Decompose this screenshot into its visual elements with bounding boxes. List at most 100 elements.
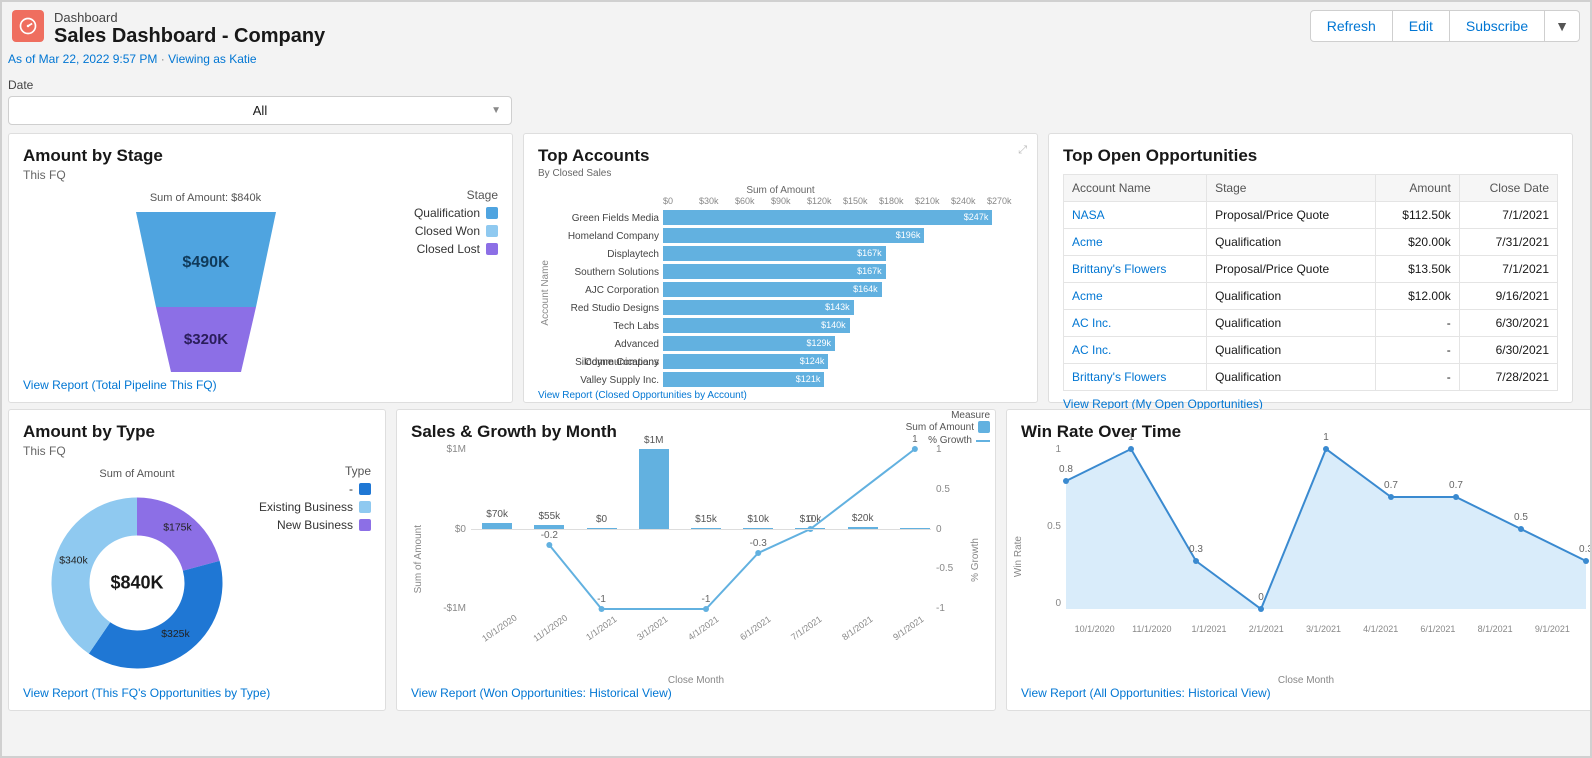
axis-tick: $240k bbox=[951, 196, 987, 206]
more-actions-button[interactable]: ▼ bbox=[1545, 10, 1580, 42]
axis-tick: $270k bbox=[987, 196, 1023, 206]
ytick2: -0.5 bbox=[936, 563, 966, 574]
point-label: 1 bbox=[912, 434, 918, 445]
x-axis-label: Close Month bbox=[1021, 675, 1591, 686]
account-link[interactable]: Brittany's Flowers bbox=[1064, 256, 1207, 283]
bar: $140k bbox=[663, 318, 850, 333]
xtick: 1/1/2021 bbox=[578, 609, 626, 647]
ytick2: 1 bbox=[936, 444, 966, 455]
view-report-link[interactable]: View Report (Total Pipeline This FQ) bbox=[23, 378, 498, 392]
bar: $124k bbox=[663, 354, 828, 369]
table-row: Acme Qualification $20.00k 7/31/2021 bbox=[1064, 229, 1558, 256]
axis-tick: $120k bbox=[807, 196, 843, 206]
x-axis-label: Close Month bbox=[411, 675, 981, 686]
ytick2: 0 bbox=[936, 524, 966, 535]
view-report-link[interactable]: View Report (This FQ's Opportunities by … bbox=[23, 686, 371, 700]
card-title: Top Open Opportunities bbox=[1063, 146, 1558, 166]
axis-tick: $30k bbox=[699, 196, 735, 206]
table-header: Stage bbox=[1207, 175, 1375, 202]
top-open-opportunities-card: Top Open Opportunities Account NameStage… bbox=[1048, 133, 1573, 403]
winrate-line bbox=[1066, 449, 1581, 609]
point-label: -0.3 bbox=[750, 538, 767, 549]
axis-tick: $60k bbox=[735, 196, 771, 206]
view-report-link[interactable]: View Report (All Opportunities: Historic… bbox=[1021, 686, 1591, 700]
amount-by-stage-card: Amount by Stage This FQ Sum of Amount: $… bbox=[8, 133, 513, 403]
axis-tick: $0 bbox=[663, 196, 699, 206]
amount-cell: - bbox=[1375, 310, 1459, 337]
ytick: 1 bbox=[1031, 444, 1061, 455]
win-rate-card: Win Rate Over Time Win Rate 10.50 0.810.… bbox=[1006, 409, 1592, 711]
bar-label: Southern Solutions bbox=[551, 264, 663, 282]
bar: $167k bbox=[663, 246, 886, 261]
amount-cell: $20.00k bbox=[1375, 229, 1459, 256]
account-link[interactable]: Acme bbox=[1064, 283, 1207, 310]
point-label: 1 bbox=[1323, 432, 1329, 443]
bar-label: Silodyne Company bbox=[551, 354, 663, 372]
ytick2: 0.5 bbox=[936, 484, 966, 495]
y-axis-label: Win Rate bbox=[1013, 536, 1024, 577]
xtick: 8/1/2021 bbox=[833, 609, 881, 647]
expand-icon[interactable]: ⤢ bbox=[1018, 144, 1027, 157]
bar-label: Valley Supply Inc. bbox=[551, 372, 663, 390]
xtick: 4/1/2021 bbox=[680, 609, 728, 647]
top-accounts-card: ⤢ Top Accounts By Closed Sales Sum of Am… bbox=[523, 133, 1038, 403]
point-label: 0.7 bbox=[1449, 480, 1463, 491]
zero-line bbox=[471, 529, 931, 530]
dashboard-icon bbox=[12, 10, 44, 42]
edit-button[interactable]: Edit bbox=[1393, 10, 1450, 42]
account-link[interactable]: Brittany's Flowers bbox=[1064, 364, 1207, 391]
view-report-link[interactable]: View Report (Closed Opportunities by Acc… bbox=[538, 390, 1023, 401]
point-label: 0.5 bbox=[1514, 512, 1528, 523]
account-link[interactable]: AC Inc. bbox=[1064, 337, 1207, 364]
slice-label: $340k bbox=[59, 555, 88, 566]
legend-swatch bbox=[486, 243, 498, 255]
legend-swatch bbox=[359, 519, 371, 531]
date-filter-select[interactable]: All ▼ bbox=[8, 96, 512, 125]
bar: $129k bbox=[663, 336, 835, 351]
ytick: $0 bbox=[426, 524, 466, 535]
point-label: 1 bbox=[1128, 432, 1134, 443]
as-of-text: As of Mar 22, 2022 9:57 PM bbox=[8, 52, 157, 66]
point-label: 0.8 bbox=[1059, 464, 1073, 475]
xtick: 6/1/2021 bbox=[731, 609, 779, 647]
account-link[interactable]: NASA bbox=[1064, 202, 1207, 229]
sales-growth-card: Sales & Growth by Month Measure Sum of A… bbox=[396, 409, 996, 711]
bar-label: Green Fields Media bbox=[551, 210, 663, 228]
legend-item: Closed Lost bbox=[388, 242, 498, 256]
date-cell: 7/28/2021 bbox=[1459, 364, 1557, 391]
account-link[interactable]: Acme bbox=[1064, 229, 1207, 256]
donut-title: Sum of Amount bbox=[23, 468, 251, 480]
legend-item: - bbox=[251, 482, 371, 496]
ytick: -$1M bbox=[426, 603, 466, 614]
separator: · bbox=[161, 52, 168, 66]
account-link[interactable]: AC Inc. bbox=[1064, 310, 1207, 337]
bar: $247k bbox=[663, 210, 992, 225]
subscribe-button[interactable]: Subscribe bbox=[1450, 10, 1545, 42]
axis-tick: $150k bbox=[843, 196, 879, 206]
card-subtitle: This FQ bbox=[23, 168, 498, 182]
point-label: 0.3 bbox=[1579, 544, 1592, 555]
y-axis-label: Account Name bbox=[538, 260, 551, 326]
svg-text:$490K: $490K bbox=[182, 254, 230, 271]
legend-sum: Sum of Amount bbox=[906, 422, 974, 433]
donut-slice bbox=[137, 498, 220, 571]
axis-tick: $210k bbox=[915, 196, 951, 206]
stage-cell: Qualification bbox=[1207, 337, 1375, 364]
table-row: Brittany's Flowers Proposal/Price Quote … bbox=[1064, 256, 1558, 283]
point-label: 0.7 bbox=[1384, 480, 1398, 491]
point-label: 0.3 bbox=[1189, 544, 1203, 555]
table-row: AC Inc. Qualification - 6/30/2021 bbox=[1064, 337, 1558, 364]
svg-text:$320K: $320K bbox=[183, 331, 227, 348]
stage-cell: Qualification bbox=[1207, 364, 1375, 391]
bar: $143k bbox=[663, 300, 854, 315]
legend-item: Qualification bbox=[388, 206, 498, 220]
refresh-button[interactable]: Refresh bbox=[1310, 10, 1393, 42]
card-title: Amount by Type bbox=[23, 422, 371, 442]
bar-label: Displaytech bbox=[551, 246, 663, 264]
bar-label: Tech Labs bbox=[551, 318, 663, 336]
date-filter-label: Date bbox=[2, 72, 1590, 94]
xtick: 7/1/2021 bbox=[782, 609, 830, 647]
breadcrumb: Dashboard bbox=[54, 10, 325, 25]
view-report-link[interactable]: View Report (Won Opportunities: Historic… bbox=[411, 686, 981, 700]
point-label: 0 bbox=[808, 514, 814, 525]
